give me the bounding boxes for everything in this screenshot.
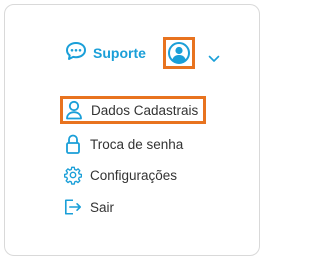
menu-item-label: Troca de senha [90,136,184,152]
user-avatar-icon [168,42,190,64]
menu-item-dados-cadastrais[interactable]: Dados Cadastrais [60,96,207,124]
menu-item-label: Dados Cadastrais [91,102,199,118]
chat-bubble-icon [65,41,87,66]
menu-item-label: Sair [90,199,115,215]
menu-item-configuracoes[interactable]: Configurações [64,163,177,187]
support-link[interactable]: Suporte [65,41,146,66]
menu-item-sair[interactable]: Sair [64,195,114,219]
gear-icon [64,165,82,185]
user-icon [65,100,83,120]
support-label: Suporte [93,45,146,61]
menu-item-troca-de-senha[interactable]: Troca de senha [64,132,183,156]
menu-item-label: Configurações [90,167,178,183]
logout-icon [64,198,82,216]
user-avatar-button[interactable] [163,37,195,69]
chevron-down-icon[interactable] [208,50,220,68]
lock-icon [64,133,82,155]
user-menu-panel: Suporte Dados Cadastrais Troca de senha … [4,4,260,256]
